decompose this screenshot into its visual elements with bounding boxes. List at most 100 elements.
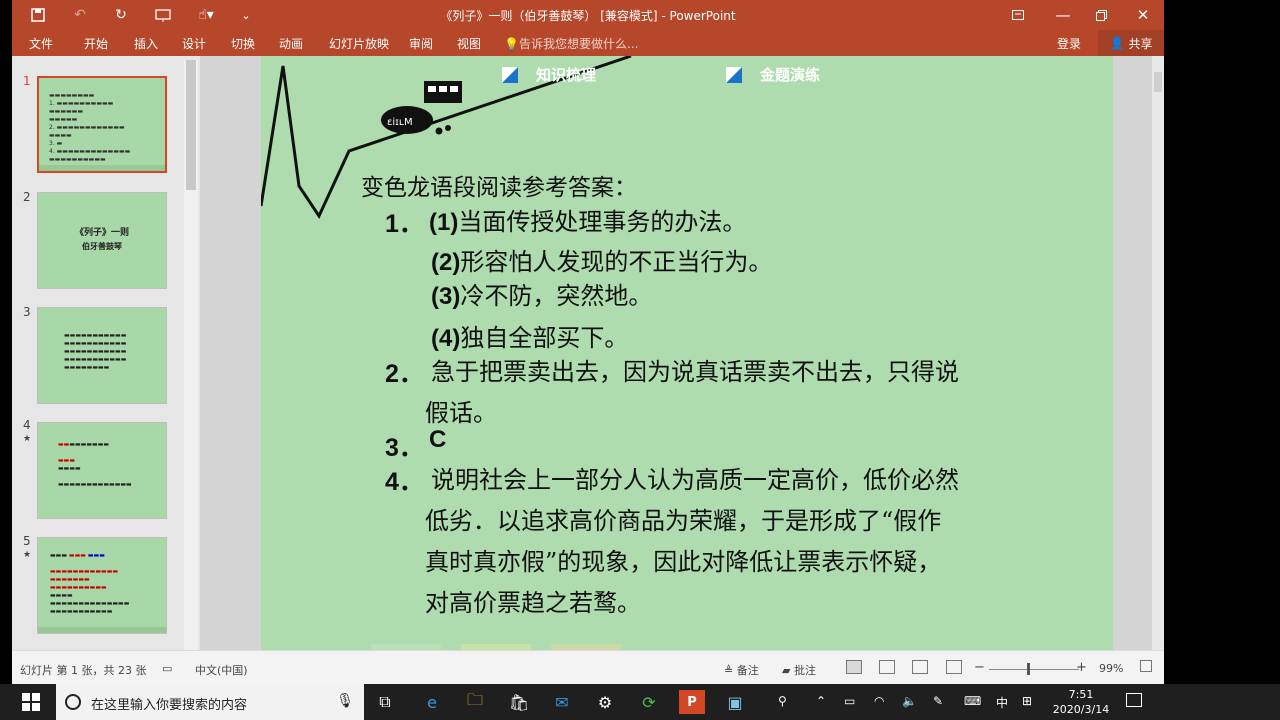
ribbon-display-options-icon[interactable] (998, 0, 1038, 30)
clock-date: 2020/3/14 (1052, 703, 1110, 716)
people-icon[interactable]: ⚲ (778, 694, 787, 708)
thumb-text-lines: ▬▬▬ ▬▬▬ ▬▬▬ ▬▬▬▬▬▬▬▬▬▬▬▬ ▬▬▬▬▬▬▬ ▬▬▬▬▬▬▬▬▬▬… (50, 552, 130, 615)
tab-animations[interactable]: 动画 (279, 35, 303, 52)
slide-sorter-icon[interactable] (879, 660, 895, 674)
tab-insert[interactable]: 插入 (134, 35, 158, 52)
slide-thumbnail-pane: 1 ▬▬▬▬▬▬▬▬ 1. ▬▬▬▬▬▬▬▬▬▬ ▬▬▬▬▬▬ ▬▬▬▬▬ 2. ▬▬▬… (12, 56, 200, 650)
answer-line: 对高价票趋之若鹜。 (425, 589, 641, 617)
slide-editing-canvas: ɛiɪʟM 知识梳理 金题演练 变色龙语段阅读参考答案： 1． (1)当面传授处… (200, 56, 1164, 650)
zoom-in-icon[interactable]: + (1076, 660, 1087, 675)
slideshow-view-icon[interactable] (946, 660, 962, 674)
store-icon[interactable]: 🛍 (506, 690, 532, 714)
tab-home[interactable]: 开始 (84, 35, 108, 52)
answer-line: 说明社会上一部分人认为高质一定高价，低价必然 (431, 466, 959, 494)
lightbulb-icon: 💡 (504, 37, 519, 51)
thumb-subtitle: 伯牙善鼓琴 (82, 242, 122, 251)
nav-knowledge-summary[interactable]: 知识梳理 (502, 64, 596, 85)
cortana-icon (65, 694, 81, 710)
triangle-marker-icon (726, 66, 742, 83)
login-link[interactable]: 登录 (1057, 35, 1081, 52)
pen-icon[interactable]: ✎ (933, 694, 943, 708)
thumb-number: 5 (23, 534, 31, 548)
answer-number: 1． (385, 210, 424, 238)
thumb-number: 4 (23, 418, 31, 432)
task-view-icon[interactable]: ⧉ (372, 690, 398, 714)
accessibility-icon[interactable]: ▭ (162, 662, 172, 675)
thumb-text-lines: ▬▬▬▬▬▬▬▬▬ ▬▬▬ ▬▬▬▬ ▬▬▬▬▬▬▬▬▬▬▬▬▬ (58, 441, 132, 488)
share-button[interactable]: 👤 共享 (1098, 30, 1164, 56)
window-title: 《列子》一则（伯牙善鼓琴） [兼容模式] - PowerPoint (440, 9, 736, 23)
microphone-icon[interactable]: 🎙 (336, 693, 354, 709)
minimize-icon[interactable]: — (1043, 0, 1083, 30)
show-hidden-icons[interactable]: ⌃ (816, 694, 826, 708)
volume-icon[interactable]: 🔈 (902, 694, 917, 708)
slide-thumbnail-2[interactable]: 《列子》一则 伯牙善鼓琴 (37, 192, 167, 289)
fit-to-window-icon[interactable] (1140, 660, 1152, 672)
tell-me-search[interactable]: 💡告诉我您想要做什么... (504, 35, 638, 52)
powerpoint-taskbar-icon[interactable]: P (679, 690, 705, 714)
title-bar: ↶ ↻ ☝▾ ⌄ 《列子》一则（伯牙善鼓琴） [兼容模式] - PowerPoi… (12, 0, 1164, 30)
status-bar: 幻灯片 第 1 张，共 23 张 ▭ 中文(中国) ≜ 备注 ▰ 批注 − + … (12, 650, 1164, 684)
screen-black-area (1164, 0, 1280, 684)
notes-icon: ≜ (724, 664, 737, 677)
comments-button[interactable]: ▰ 批注 (782, 662, 816, 678)
settings-gear-icon[interactable]: ⚙ (592, 690, 618, 714)
reading-view-icon[interactable] (912, 660, 928, 674)
tab-view[interactable]: 视图 (457, 35, 481, 52)
slide-thumbnail-3[interactable]: ▬▬▬▬▬▬▬▬▬▬▬ ▬▬▬▬▬▬▬▬▬▬▬ ▬▬▬▬▬▬▬▬▬▬▬ ▬▬▬▬▬▬▬… (37, 307, 167, 404)
thumb-text-lines: ▬▬▬▬▬▬▬▬▬▬▬ ▬▬▬▬▬▬▬▬▬▬▬ ▬▬▬▬▬▬▬▬▬▬▬ ▬▬▬▬▬▬▬… (64, 332, 127, 371)
image-app-icon[interactable]: ▣ (722, 690, 748, 714)
answer-number: 3． (385, 434, 424, 462)
tab-design[interactable]: 设计 (182, 35, 206, 52)
taskbar-search-box[interactable]: 在这里输入你要搜索的内容 🎙 (56, 684, 364, 720)
taskbar-clock[interactable]: 7:51 2020/3/14 (1046, 687, 1116, 717)
slide-heading: 变色龙语段阅读参考答案： (361, 175, 637, 201)
tab-review[interactable]: 审阅 (409, 35, 433, 52)
tab-file[interactable]: 文件 (29, 35, 53, 52)
thumbnail-scrollbar[interactable] (184, 60, 198, 650)
answer-line: C (429, 426, 447, 453)
ime-language[interactable]: 中 (996, 694, 1008, 711)
animation-star-icon: ★ (23, 550, 32, 560)
zoom-out-icon[interactable]: − (974, 660, 985, 675)
thumb-footer (38, 627, 166, 633)
answer-number: 2． (385, 360, 424, 388)
slide-thumbnail-4[interactable]: ▬▬▬▬▬▬▬▬▬ ▬▬▬ ▬▬▬▬ ▬▬▬▬▬▬▬▬▬▬▬▬▬ (37, 422, 167, 519)
thumb-number: 2 (23, 190, 31, 204)
notes-button[interactable]: ≜ 备注 (724, 662, 759, 678)
normal-view-icon[interactable] (846, 660, 862, 674)
thumb-title: 《列子》一则 (74, 228, 129, 238)
comment-icon: ▰ (782, 664, 794, 677)
answer-number: 4． (385, 468, 424, 496)
current-slide[interactable]: ɛiɪʟM 知识梳理 金题演练 变色龙语段阅读参考答案： 1． (1)当面传授处… (261, 56, 1113, 650)
edge-browser-icon[interactable]: e (419, 690, 445, 714)
slide-thumbnail-5[interactable]: ▬▬▬ ▬▬▬ ▬▬▬ ▬▬▬▬▬▬▬▬▬▬▬▬ ▬▬▬▬▬▬▬ ▬▬▬▬▬▬▬▬▬▬… (37, 537, 167, 634)
file-explorer-icon[interactable]: 🗀 (462, 690, 488, 714)
mail-icon[interactable]: ✉ (549, 690, 575, 714)
powerpoint-window: ↶ ↻ ☝▾ ⌄ 《列子》一则（伯牙善鼓琴） [兼容模式] - PowerPoi… (12, 0, 1164, 684)
zoom-slider[interactable] (989, 669, 1079, 670)
thumb-number: 1 (23, 74, 31, 88)
scrollbar-thumb[interactable] (1154, 72, 1162, 92)
maximize-icon[interactable] (1081, 0, 1121, 30)
keyboard-icon[interactable]: ⌨ (964, 694, 981, 708)
windows-start-icon[interactable] (22, 693, 40, 711)
thumb-text-lines: ▬▬▬▬▬▬▬▬ 1. ▬▬▬▬▬▬▬▬▬▬ ▬▬▬▬▬▬ ▬▬▬▬▬ 2. ▬▬▬▬▬… (49, 92, 131, 163)
language-indicator[interactable]: 中文(中国) (195, 662, 248, 678)
tab-transitions[interactable]: 切换 (231, 35, 255, 52)
green-app-icon[interactable]: ⟳ (636, 690, 662, 714)
tab-slideshow[interactable]: 幻灯片放映 (329, 35, 389, 52)
notification-center-icon[interactable] (1126, 693, 1142, 707)
ime-mode-icon[interactable]: ⊞ (1022, 694, 1032, 708)
canvas-scrollbar[interactable] (1152, 56, 1164, 650)
nav-practice[interactable]: 金题演练 (726, 64, 820, 85)
zoom-slider-thumb[interactable] (1027, 663, 1030, 675)
scrollbar-thumb[interactable] (186, 60, 196, 190)
answer-line: 真时真亦假”的现象，因此对降低让票表示怀疑， (425, 548, 942, 576)
zoom-level[interactable]: 99% (1099, 662, 1123, 675)
close-icon[interactable]: ✕ (1123, 0, 1163, 30)
person-icon: 👤 (1109, 36, 1125, 50)
slide-thumbnail-1[interactable]: ▬▬▬▬▬▬▬▬ 1. ▬▬▬▬▬▬▬▬▬▬ ▬▬▬▬▬▬ ▬▬▬▬▬ 2. ▬▬▬▬▬… (37, 76, 167, 173)
battery-icon[interactable]: ▭ (844, 694, 855, 708)
wifi-icon[interactable]: ◠ (874, 694, 884, 708)
